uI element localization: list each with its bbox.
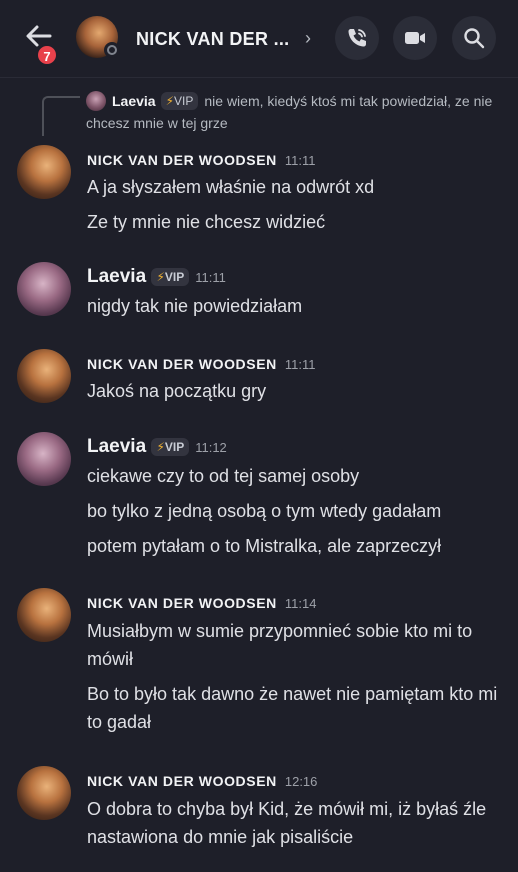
video-call-button[interactable] xyxy=(393,16,437,60)
vip-badge: ⚡VIP xyxy=(151,268,190,286)
message-text: nigdy tak nie powiedziałam xyxy=(87,296,303,316)
message-author[interactable]: NICK VAN DER WOODSEN 12:16 xyxy=(87,773,317,789)
message-text: Bo to było tak dawno że nawet nie pamięt… xyxy=(87,684,498,732)
reply-author: Laevia xyxy=(112,93,156,109)
message-timestamp: 11:11 xyxy=(284,357,316,372)
vip-badge: ⚡VIP xyxy=(151,438,190,456)
message-author[interactable]: NICK VAN DER WOODSEN 11:11 xyxy=(87,152,315,168)
message-text: bo tylko z jedną osobą o tym wtedy gadał… xyxy=(87,501,442,521)
avatar[interactable] xyxy=(17,349,71,403)
message-text: Jakoś na początku gry xyxy=(87,381,267,401)
message-author[interactable]: NICK VAN DER WOODSEN 11:11 xyxy=(87,356,315,372)
chevron-right-icon[interactable]: › xyxy=(305,28,311,49)
avatar[interactable] xyxy=(17,432,71,486)
avatar[interactable] xyxy=(17,588,71,642)
message-text: O dobra to chyba był Kid, że mówił mi, i… xyxy=(87,799,487,847)
message-text: A ja słyszałem właśnie na odwrót xd xyxy=(87,177,375,197)
chat-header: 7 NICK VAN DER ... › xyxy=(0,0,518,78)
status-offline-icon xyxy=(104,42,120,58)
reply-connector xyxy=(42,96,80,136)
message-text: ciekawe czy to od tej samej osoby xyxy=(87,466,360,486)
message-timestamp: 11:11 xyxy=(284,153,316,168)
message-timestamp: 12:16 xyxy=(284,774,318,789)
vip-label: VIP xyxy=(164,270,185,284)
phone-call-icon xyxy=(348,29,366,47)
back-button[interactable]: 7 xyxy=(20,22,60,66)
message-timestamp: 11:14 xyxy=(284,596,317,611)
vip-label: VIP xyxy=(174,94,194,108)
message-timestamp: 11:11 xyxy=(195,270,226,285)
lightning-icon: ⚡ xyxy=(156,440,165,454)
message-author[interactable]: NICK VAN DER WOODSEN 11:14 xyxy=(87,595,316,611)
page-title[interactable]: NICK VAN DER ... xyxy=(136,29,289,50)
avatar[interactable] xyxy=(17,766,71,820)
message-text: potem pytałam o to Mistralka, ale zaprze… xyxy=(87,536,442,556)
voice-call-button[interactable] xyxy=(335,16,379,60)
avatar[interactable] xyxy=(17,145,71,199)
vip-label: VIP xyxy=(164,440,185,454)
lightning-icon: ⚡ xyxy=(156,270,165,284)
message-author[interactable]: Laevia ⚡VIP 11:12 xyxy=(87,436,227,458)
message-text: Musiałbym w sumie przypomnieć sobie kto … xyxy=(87,621,473,669)
vip-badge: ⚡VIP xyxy=(160,92,199,110)
video-camera-icon xyxy=(405,32,425,44)
lightning-icon: ⚡ xyxy=(165,94,175,108)
avatar[interactable] xyxy=(17,262,71,316)
reply-preview[interactable]: Laevia ⚡VIP nie wiem, kiedyś ktoś mi tak p… xyxy=(86,90,506,134)
search-icon xyxy=(464,28,485,49)
message-author[interactable]: Laevia ⚡VIP 11:11 xyxy=(87,266,226,288)
reply-avatar xyxy=(86,91,106,111)
message-text: Ze ty mnie nie chcesz widzieć xyxy=(87,212,326,232)
message-timestamp: 11:12 xyxy=(195,440,227,455)
unread-badge: 7 xyxy=(36,44,58,66)
search-button[interactable] xyxy=(452,16,496,60)
